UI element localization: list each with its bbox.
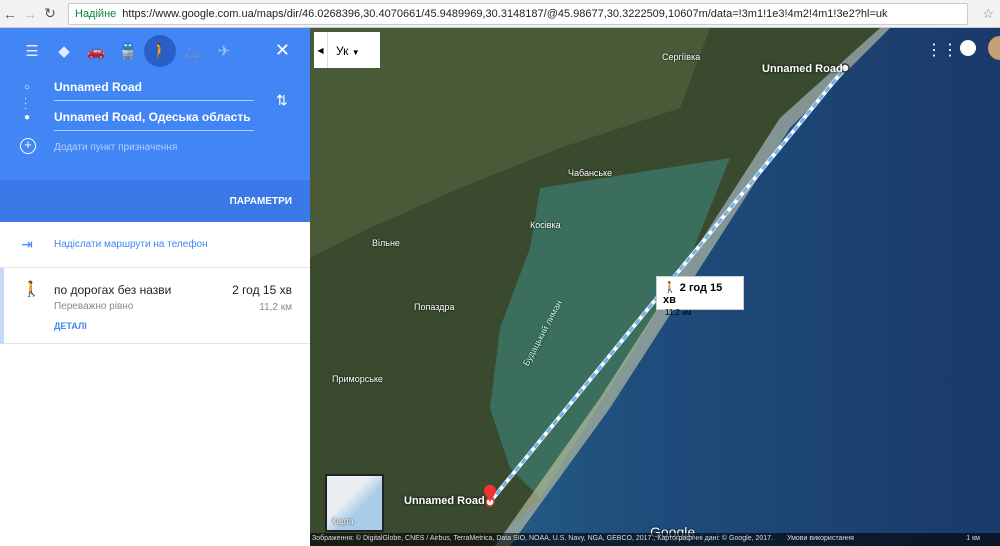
add-destination[interactable]: Додати пункт призначення [54, 142, 177, 153]
place-label: Чабанське [568, 168, 613, 178]
send-to-phone-label: Надіслати маршрути на телефон [54, 239, 208, 250]
options-button[interactable]: ПАРАМЕТРИ [0, 180, 310, 222]
reload-icon[interactable]: ↻ [40, 5, 60, 22]
route-time: 2 год 15 хв [232, 283, 292, 297]
language-value: Ук [336, 44, 349, 58]
add-icon[interactable]: + [20, 138, 36, 154]
bookmark-star-icon[interactable]: ☆ [982, 6, 994, 22]
map-toggle-label: Карта [332, 517, 354, 526]
menu-icon[interactable]: ☰ [16, 35, 48, 67]
flight-icon[interactable]: ✈ [208, 35, 240, 67]
route-distance: 11,2 км [259, 302, 292, 313]
route-dots-icon: · · · [24, 93, 28, 114]
place-label: Попаздра [414, 302, 455, 312]
secure-label: Надійне [75, 8, 117, 20]
terms-link[interactable]: Умови використання [787, 535, 854, 542]
end-label: Unnamed Road [404, 495, 485, 507]
map-imagery [310, 28, 1000, 546]
forward-icon[interactable]: → [20, 6, 40, 22]
bike-icon[interactable]: 🚲 [176, 35, 208, 67]
satellite-map[interactable]: ◀ Ук ▼ ⋮⋮ Сергіївка Чабанське Косівка Ві… [310, 28, 1000, 546]
walk-icon: 🚶 [663, 282, 677, 294]
scale-label: 1 км [966, 535, 980, 542]
map-view-toggle[interactable]: Карта [325, 474, 384, 532]
details-link[interactable]: ДЕТАЛІ [54, 321, 87, 331]
card-distance: 11,2 км [665, 308, 692, 317]
origin-dot-icon: ○ [24, 82, 31, 93]
route-option[interactable]: 🚶 по дорогах без назви Переважно рівно 2… [0, 268, 310, 344]
transit-icon[interactable]: 🚆 [112, 35, 144, 67]
place-label: Сергіївка [662, 52, 701, 62]
language-selector[interactable]: ◀ Ук ▼ [314, 32, 380, 68]
directions-panel: ☰ ◆ 🚗 🚆 🚶 🚲 ✈ ✕ ○ · · · ● Unnamed Road Unn… [0, 28, 310, 546]
attribution-text: Зображення: © DigitalGlobe, CNES / Airbu… [312, 535, 774, 542]
start-label: Unnamed Road [762, 63, 843, 75]
directions-header: ☰ ◆ 🚗 🚆 🚶 🚲 ✈ ✕ ○ · · · ● Unnamed Road Unn… [0, 28, 310, 180]
notifications-icon[interactable] [960, 40, 976, 56]
walk-icon: 🚶 [22, 281, 41, 298]
route-info-card[interactable]: 🚶 2 год 15 хв 11,2 км [656, 276, 744, 317]
address-bar[interactable]: Надійне https://www.google.com.ua/maps/d… [68, 3, 968, 25]
destination-input[interactable]: Unnamed Road, Одеська область [54, 110, 254, 131]
directions-mode-icon[interactable]: ◆ [48, 35, 80, 67]
back-icon[interactable]: ← [0, 6, 20, 22]
collapse-arrow-icon[interactable]: ◀ [314, 32, 328, 68]
car-icon[interactable]: 🚗 [80, 35, 112, 67]
apps-grid-icon[interactable]: ⋮⋮ [926, 40, 958, 60]
browser-toolbar: ← → ↻ Надійне https://www.google.com.ua/… [0, 0, 1000, 28]
close-icon[interactable]: ✕ [275, 40, 290, 61]
send-to-phone[interactable]: ⇥ Надіслати маршрути на телефон [0, 222, 310, 268]
destination-pin-icon: ● [24, 112, 31, 123]
swap-icon[interactable]: ⇅ [276, 92, 288, 109]
send-to-phone-icon: ⇥ [21, 236, 33, 252]
dropdown-arrow-icon: ▼ [351, 48, 360, 57]
place-label: Приморське [332, 374, 383, 384]
place-label: Вільне [372, 238, 400, 248]
walk-icon[interactable]: 🚶 [144, 35, 176, 67]
attribution-bar: Зображення: © DigitalGlobe, CNES / Airbu… [310, 533, 1000, 546]
route-subtitle: Переважно рівно [54, 301, 134, 312]
place-label: Косівка [530, 220, 561, 230]
origin-input[interactable]: Unnamed Road [54, 80, 254, 101]
route-name: по дорогах без назви [54, 283, 172, 297]
url-text: https://www.google.com.ua/maps/dir/46.02… [122, 8, 888, 20]
